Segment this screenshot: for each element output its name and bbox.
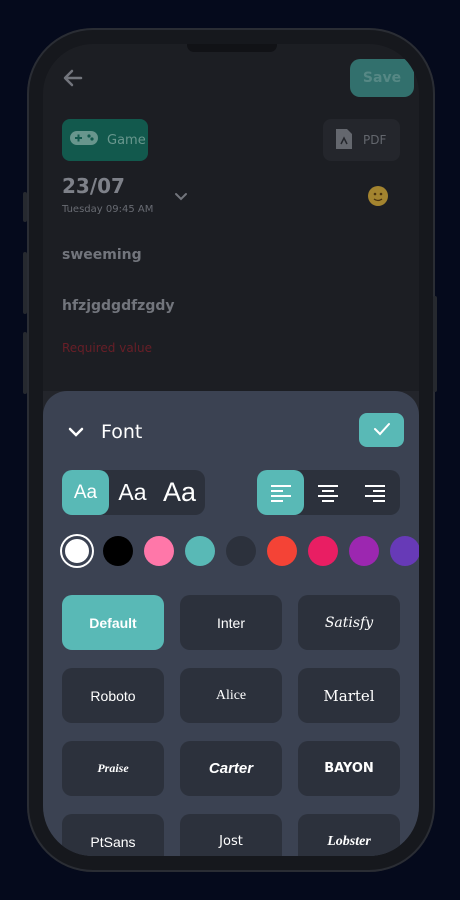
align-right-icon[interactable] xyxy=(351,470,398,515)
color-palette xyxy=(62,536,419,566)
color-swatch[interactable] xyxy=(185,536,215,566)
volume-up-button xyxy=(23,252,27,314)
font-option[interactable]: PtSans xyxy=(62,814,164,856)
confirm-button[interactable] xyxy=(359,413,404,447)
font-option[interactable]: Default xyxy=(62,595,164,650)
align-center-icon[interactable] xyxy=(304,470,351,515)
chevron-down-icon[interactable] xyxy=(67,421,85,443)
app-screen: Save Game PDF 23/07 Tuesday 09:45 AM swe… xyxy=(43,44,419,856)
font-option[interactable]: Carter xyxy=(180,741,282,796)
check-icon xyxy=(373,421,391,440)
volume-down-button xyxy=(23,332,27,394)
color-swatch[interactable] xyxy=(144,536,174,566)
color-swatch[interactable] xyxy=(62,536,92,566)
font-size-large[interactable]: Aa xyxy=(156,470,203,515)
font-family-grid: Default Inter Satisfy Roboto Alice Martel Prai… xyxy=(62,595,400,856)
font-option[interactable]: Martel xyxy=(298,668,400,723)
color-swatch[interactable] xyxy=(308,536,338,566)
font-option[interactable]: Lobster xyxy=(298,814,400,856)
font-option[interactable]: BAYON xyxy=(298,741,400,796)
text-align-selector xyxy=(257,470,400,515)
font-size-medium[interactable]: Aa xyxy=(109,470,156,515)
font-option[interactable]: Alice xyxy=(180,668,282,723)
color-swatch[interactable] xyxy=(390,536,419,566)
color-swatch[interactable] xyxy=(226,536,256,566)
font-option[interactable]: Satisfy xyxy=(298,595,400,650)
font-bottom-sheet: Font Aa Aa Aa Default Inter Satisfy Roboto A… xyxy=(43,391,419,856)
font-option[interactable]: Praise xyxy=(62,741,164,796)
font-option[interactable]: Roboto xyxy=(62,668,164,723)
color-swatch[interactable] xyxy=(103,536,133,566)
sheet-title: Font xyxy=(101,421,143,443)
font-option[interactable]: Inter xyxy=(180,595,282,650)
color-swatch[interactable] xyxy=(267,536,297,566)
font-size-small[interactable]: Aa xyxy=(62,470,109,515)
power-button xyxy=(433,296,437,392)
mute-switch xyxy=(23,192,27,222)
sheet-header: Font xyxy=(67,421,142,443)
modal-backdrop[interactable] xyxy=(43,44,419,391)
font-option[interactable]: Jost xyxy=(180,814,282,856)
color-swatch[interactable] xyxy=(349,536,379,566)
font-size-selector: Aa Aa Aa xyxy=(62,470,205,515)
align-left-icon[interactable] xyxy=(257,470,304,515)
